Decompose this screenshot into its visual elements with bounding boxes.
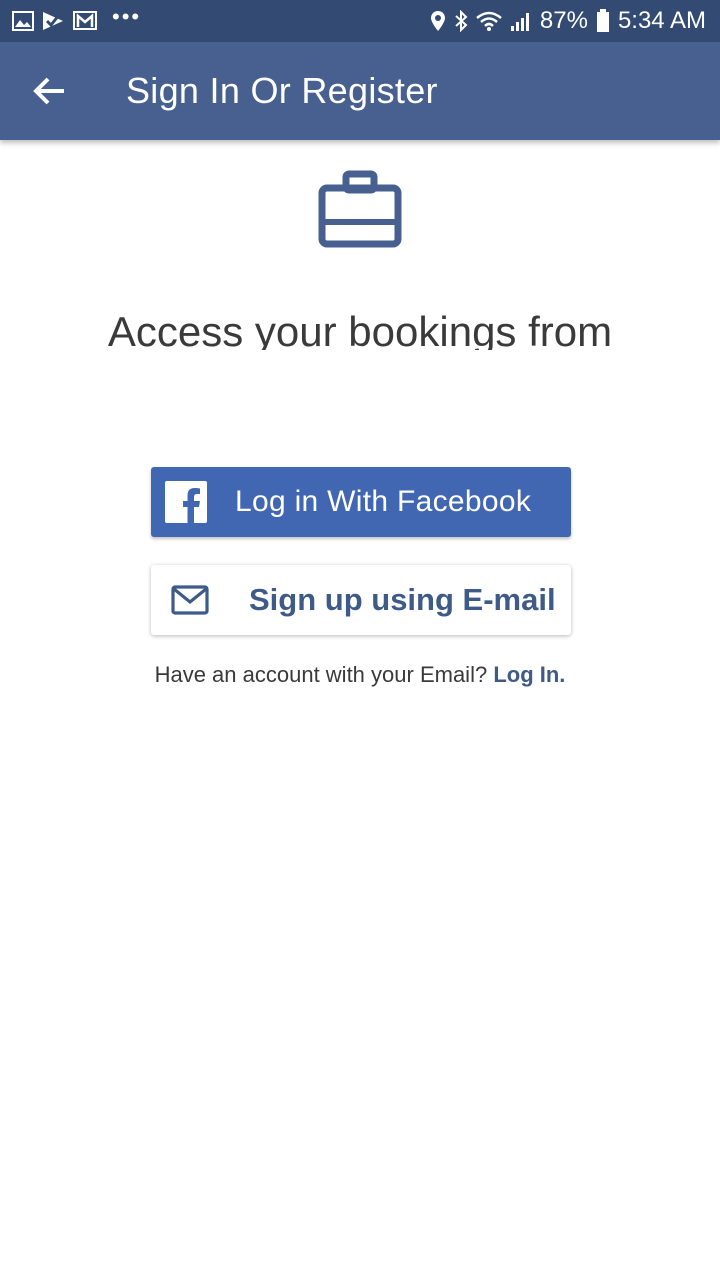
gallery-icon — [12, 11, 34, 31]
status-bar: ••• 87% 5:34 AM — [0, 0, 720, 42]
facebook-login-button[interactable]: Log in With Facebook — [151, 467, 571, 537]
page-title: Sign In Or Register — [126, 70, 438, 111]
status-time: 5:34 AM — [617, 7, 706, 34]
facebook-button-label: Log in With Facebook — [235, 485, 532, 518]
gmail-icon — [73, 11, 97, 30]
arrow-back-icon — [33, 77, 64, 105]
briefcase-icon — [318, 170, 402, 248]
more-notifications-dots: ••• — [112, 4, 142, 29]
check-icon — [43, 12, 63, 30]
email-button-label: Sign up using E-mail — [249, 582, 556, 617]
headline: Access your bookings from — [107, 308, 613, 350]
login-prompt-text: Have an account with your Email? — [154, 662, 488, 687]
notification-icons: ••• — [0, 6, 141, 31]
signal-icon — [510, 13, 529, 31]
email-signup-button[interactable]: Sign up using E-mail — [151, 565, 571, 635]
app-bar: Sign In Or Register — [0, 42, 720, 140]
location-icon — [430, 11, 445, 31]
login-prompt-line: Have an account with your Email? Log In. — [0, 662, 720, 688]
system-status: 87% 5:34 AM — [430, 9, 720, 33]
mail-icon — [171, 585, 209, 615]
facebook-icon — [165, 481, 207, 523]
battery-percent: 87% — [539, 7, 588, 34]
battery-icon — [596, 9, 609, 32]
login-link[interactable]: Log In. — [493, 662, 565, 687]
headline-container: Access your bookings from — [0, 300, 720, 350]
wifi-icon — [476, 11, 502, 31]
back-button[interactable] — [14, 56, 84, 126]
bluetooth-icon — [455, 10, 468, 32]
